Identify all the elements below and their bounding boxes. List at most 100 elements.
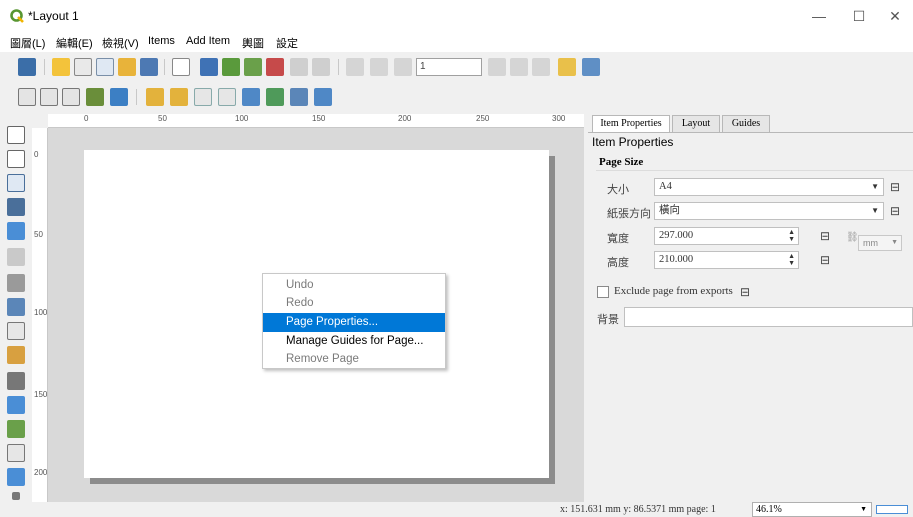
height-spinbox[interactable]: 210.000 ▲ ▼ xyxy=(654,251,799,269)
orientation-combo[interactable]: 橫向 ▼ xyxy=(654,202,884,220)
previous-feature-icon[interactable] xyxy=(394,58,412,76)
context-item-undo[interactable]: Undo xyxy=(263,276,445,295)
export-pdf-icon[interactable] xyxy=(266,58,284,76)
zoom-combo[interactable]: 46.1% ▼ xyxy=(752,502,872,517)
menu-items[interactable]: Items xyxy=(148,35,175,47)
last-feature-icon[interactable] xyxy=(510,58,528,76)
raise-items-icon[interactable] xyxy=(146,88,164,106)
group-items-icon[interactable] xyxy=(194,88,212,106)
resize-icon[interactable] xyxy=(290,88,308,106)
atlas-export-icon[interactable] xyxy=(582,58,600,76)
redo-icon[interactable] xyxy=(312,58,330,76)
add-legend-icon[interactable] xyxy=(7,346,25,364)
ruler-label: 300 xyxy=(552,114,566,123)
zoom-in-icon[interactable] xyxy=(18,88,36,106)
page-size-title: Page Size xyxy=(599,156,644,168)
export-svg-icon[interactable] xyxy=(244,58,262,76)
zoom-tool-icon[interactable] xyxy=(7,150,25,168)
distribute-icon[interactable] xyxy=(266,88,284,106)
pan-icon[interactable] xyxy=(7,126,25,144)
add-map-icon[interactable] xyxy=(7,248,25,266)
menu-add-item[interactable]: Add Item xyxy=(186,35,230,47)
ruler-label: 250 xyxy=(476,114,490,123)
atlas-settings-icon[interactable] xyxy=(558,58,576,76)
tab-item-properties[interactable]: Item Properties xyxy=(592,115,670,133)
print-icon[interactable] xyxy=(200,58,218,76)
print-atlas-icon[interactable] xyxy=(532,58,550,76)
atlas-page-field[interactable]: 1 xyxy=(416,58,482,76)
select-move-icon[interactable] xyxy=(7,174,25,192)
add-scalebar-icon[interactable] xyxy=(7,372,25,390)
new-page-icon[interactable] xyxy=(172,58,190,76)
add-shape-icon[interactable] xyxy=(7,420,25,438)
add-label-icon[interactable] xyxy=(7,322,25,340)
lock-items-icon[interactable] xyxy=(314,88,332,106)
data-defined-override-icon[interactable]: ⊟ xyxy=(890,180,906,194)
size-combo[interactable]: A4 ▼ xyxy=(654,178,884,196)
data-defined-override-icon[interactable]: ⊟ xyxy=(890,204,906,218)
unit-combo[interactable]: mm ▼ xyxy=(858,235,902,251)
save-icon[interactable] xyxy=(18,58,36,76)
align-left-icon[interactable] xyxy=(242,88,260,106)
spin-arrows-icon[interactable]: ▲ ▼ xyxy=(788,253,795,267)
ruler-label: 150 xyxy=(34,390,48,399)
menu-layout[interactable]: 圖層(L) xyxy=(10,35,45,51)
zoom-out-icon[interactable] xyxy=(40,88,58,106)
refresh-icon[interactable] xyxy=(110,88,128,106)
add-node-item-icon[interactable] xyxy=(7,468,25,486)
menu-view[interactable]: 檢視(V) xyxy=(102,35,139,51)
width-spinbox[interactable]: 297.000 ▲ ▼ xyxy=(654,227,799,245)
menu-settings[interactable]: 設定 xyxy=(276,35,298,51)
zoom-actual-icon[interactable] xyxy=(62,88,80,106)
add-picture-icon[interactable] xyxy=(7,298,25,316)
ruler-label: 50 xyxy=(34,230,43,239)
height-value: 210.000 xyxy=(659,254,694,265)
maximize-button[interactable]: ☐ xyxy=(844,6,874,26)
context-item-redo[interactable]: Redo xyxy=(263,294,445,313)
tab-guides[interactable]: Guides xyxy=(722,115,770,132)
ungroup-items-icon[interactable] xyxy=(218,88,236,106)
menu-edit[interactable]: 編輯(E) xyxy=(56,35,93,51)
exclude-page-checkbox[interactable] xyxy=(597,286,609,298)
context-item-remove-page[interactable]: Remove Page xyxy=(263,350,445,369)
zoom-value: 46.1% xyxy=(756,504,782,515)
more-tools-icon[interactable] xyxy=(12,492,20,500)
export-image-icon[interactable] xyxy=(222,58,240,76)
open-folder-icon[interactable] xyxy=(118,58,136,76)
panel-title: Item Properties xyxy=(592,135,674,149)
layout-manager-icon[interactable] xyxy=(96,58,114,76)
first-feature-icon[interactable] xyxy=(370,58,388,76)
next-feature-icon[interactable] xyxy=(488,58,506,76)
move-content-icon[interactable] xyxy=(7,198,25,216)
menu-atlas[interactable]: 輿圖 xyxy=(242,35,264,51)
lock-ratio-icon[interactable]: ⛓ xyxy=(846,232,859,243)
new-layout-icon[interactable] xyxy=(52,58,70,76)
background-label: 背景 xyxy=(597,314,619,326)
duplicate-layout-icon[interactable] xyxy=(74,58,92,76)
data-defined-override-icon[interactable]: ⊟ xyxy=(820,253,836,267)
status-bar: x: 151.631 mm y: 86.5371 mm page: 1 46.1… xyxy=(0,502,913,517)
zoom-full-icon[interactable] xyxy=(86,88,104,106)
main-toolbar: 1 xyxy=(0,52,913,82)
qgis-layout-window: *Layout 1 — ☐ ✕ 圖層(L) 編輯(E) 檢視(V) Items … xyxy=(0,0,913,517)
add-3d-map-icon[interactable] xyxy=(7,274,25,292)
data-defined-override-icon[interactable]: ⊟ xyxy=(740,285,756,299)
horizontal-ruler: 0 50 100 150 200 250 300 xyxy=(48,114,584,128)
save-template-icon[interactable] xyxy=(140,58,158,76)
add-arrow-icon[interactable] xyxy=(7,444,25,462)
zoom-slider[interactable] xyxy=(876,505,908,514)
edit-nodes-icon[interactable] xyxy=(7,222,25,240)
context-item-page-properties[interactable]: Page Properties... xyxy=(263,313,445,332)
toolbar-separator xyxy=(164,59,165,75)
close-button[interactable]: ✕ xyxy=(880,6,910,26)
tab-layout[interactable]: Layout xyxy=(672,115,720,132)
data-defined-override-icon[interactable]: ⊟ xyxy=(820,229,836,243)
add-north-arrow-icon[interactable] xyxy=(7,396,25,414)
atlas-preview-icon[interactable] xyxy=(346,58,364,76)
lower-items-icon[interactable] xyxy=(170,88,188,106)
context-item-manage-guides[interactable]: Manage Guides for Page... xyxy=(263,332,445,351)
spin-arrows-icon[interactable]: ▲ ▼ xyxy=(788,229,795,243)
minimize-button[interactable]: — xyxy=(804,6,834,26)
background-symbol-button[interactable] xyxy=(624,307,913,327)
undo-icon[interactable] xyxy=(290,58,308,76)
